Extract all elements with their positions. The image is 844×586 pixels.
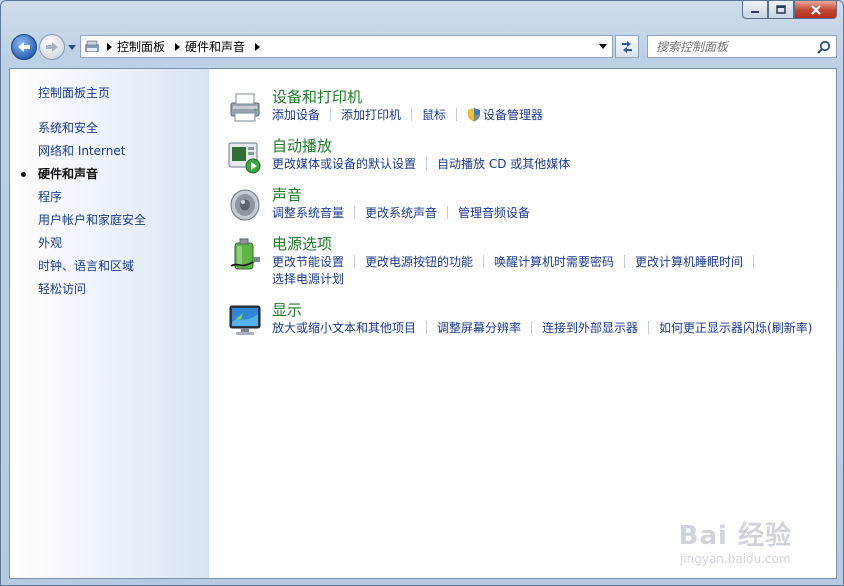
category-devices-printers: 设备和打印机 添加设备 添加打印机 鼠标 设备管理器 bbox=[227, 87, 836, 124]
sidebar-item-hardware-sound[interactable]: 硬件和声音 bbox=[20, 163, 146, 186]
autoplay-icon[interactable] bbox=[227, 138, 263, 174]
printer-icon[interactable] bbox=[227, 89, 263, 125]
navigation-bar: 控制面板 硬件和声音 bbox=[9, 32, 837, 62]
category-nav: 系统和安全 网络和 Internet 硬件和声音 程序 用户帐户和家庭安全 外观… bbox=[20, 117, 146, 301]
link-change-power-saving[interactable]: 更改节能设置 bbox=[272, 255, 344, 269]
category-links: 放大或缩小文本和其他项目 调整屏幕分辨率 连接到外部显示器 如何更正显示器闪烁(刷新率… bbox=[272, 320, 836, 337]
speaker-icon[interactable] bbox=[227, 187, 263, 223]
content-area: 控制面板主页 系统和安全 网络和 Internet 硬件和声音 程序 用户帐户和… bbox=[9, 68, 837, 579]
sidebar-item-appearance[interactable]: 外观 bbox=[38, 232, 146, 255]
divider bbox=[354, 255, 356, 268]
address-bar[interactable]: 控制面板 硬件和声音 bbox=[80, 35, 613, 58]
link-require-password-wake[interactable]: 唤醒计算机时需要密码 bbox=[494, 255, 614, 269]
watermark-logo: Bai 经验 bbox=[678, 521, 792, 551]
category-list: 设备和打印机 添加设备 添加打印机 鼠标 设备管理器 自动播放 更改媒体或设备的默认 bbox=[227, 87, 836, 349]
minimize-button[interactable] bbox=[742, 1, 768, 19]
breadcrumb-arrow-icon[interactable] bbox=[171, 42, 183, 51]
category-links: 更改节能设置 更改电源按钮的功能 唤醒计算机时需要密码 更改计算机睡眠时间选择电源计划 bbox=[272, 254, 836, 288]
link-autoplay-cd[interactable]: 自动播放 CD 或其他媒体 bbox=[437, 157, 570, 171]
link-change-sleep-time[interactable]: 更改计算机睡眠时间 bbox=[635, 255, 743, 269]
divider bbox=[330, 108, 332, 121]
close-button[interactable] bbox=[794, 1, 837, 19]
link-device-manager[interactable]: 设备管理器 bbox=[483, 108, 543, 122]
search-box[interactable] bbox=[647, 35, 837, 58]
link-add-printer[interactable]: 添加打印机 bbox=[341, 108, 401, 122]
breadcrumb-arrow-icon[interactable] bbox=[251, 42, 263, 51]
control-panel-home-link[interactable]: 控制面板主页 bbox=[38, 84, 110, 101]
divider bbox=[531, 321, 533, 334]
link-add-device[interactable]: 添加设备 bbox=[272, 108, 320, 122]
forward-button[interactable] bbox=[39, 34, 65, 60]
back-button[interactable] bbox=[11, 34, 37, 60]
arrow-left-icon bbox=[18, 42, 30, 52]
link-external-display[interactable]: 连接到外部显示器 bbox=[542, 321, 638, 335]
link-change-system-sounds[interactable]: 更改系统声音 bbox=[365, 206, 437, 220]
sidebar-item-ease-of-access[interactable]: 轻松访问 bbox=[38, 278, 146, 301]
link-power-button-action[interactable]: 更改电源按钮的功能 bbox=[365, 255, 473, 269]
link-manage-audio-devices[interactable]: 管理音频设备 bbox=[458, 206, 530, 220]
category-links: 更改媒体或设备的默认设置 自动播放 CD 或其他媒体 bbox=[272, 156, 836, 173]
address-dropdown-button[interactable] bbox=[594, 36, 612, 57]
task-pane: 控制面板主页 系统和安全 网络和 Internet 硬件和声音 程序 用户帐户和… bbox=[10, 69, 209, 578]
category-autoplay: 自动播放 更改媒体或设备的默认设置 自动播放 CD 或其他媒体 bbox=[227, 136, 836, 174]
divider bbox=[411, 108, 413, 121]
category-title[interactable]: 自动播放 bbox=[272, 136, 836, 156]
category-sound: 声音 调整系统音量 更改系统声音 管理音频设备 bbox=[227, 185, 836, 222]
sidebar-item-network-internet[interactable]: 网络和 Internet bbox=[38, 140, 146, 163]
category-title[interactable]: 显示 bbox=[272, 300, 836, 320]
sidebar-item-clock-language-region[interactable]: 时钟、语言和区域 bbox=[38, 255, 146, 278]
control-panel-window: 控制面板 硬件和声音 搜索控制面板 控制面板主页 系统和安全 网络和 Inter… bbox=[0, 0, 844, 586]
category-title[interactable]: 设备和打印机 bbox=[272, 87, 836, 107]
caption-buttons bbox=[742, 1, 837, 21]
divider bbox=[447, 206, 449, 219]
arrow-right-icon bbox=[46, 42, 58, 52]
refresh-icon bbox=[622, 40, 632, 53]
maximize-button[interactable] bbox=[768, 1, 794, 19]
link-refresh-rate[interactable]: 如何更正显示器闪烁(刷新率) bbox=[659, 321, 812, 335]
divider bbox=[648, 321, 650, 334]
recent-pages-dropdown[interactable] bbox=[67, 42, 77, 52]
category-links: 添加设备 添加打印机 鼠标 设备管理器 bbox=[272, 107, 836, 124]
category-title[interactable]: 电源选项 bbox=[272, 234, 836, 254]
link-adjust-volume[interactable]: 调整系统音量 bbox=[272, 206, 344, 220]
watermark-url: jingyan.baidu.com bbox=[679, 552, 791, 566]
sidebar-item-programs[interactable]: 程序 bbox=[38, 186, 146, 209]
category-power-options: 电源选项 更改节能设置 更改电源按钮的功能 唤醒计算机时需要密码 更改计算机睡眠时间选… bbox=[227, 234, 836, 288]
watermark: Bai 经验 jingyan.baidu.com bbox=[679, 515, 792, 566]
monitor-icon[interactable] bbox=[227, 302, 263, 338]
link-choose-power-plan[interactable]: 选择电源计划 bbox=[272, 272, 344, 286]
link-mouse[interactable]: 鼠标 bbox=[422, 108, 446, 122]
maximize-icon bbox=[776, 5, 786, 14]
close-icon bbox=[810, 4, 821, 15]
minimize-icon bbox=[751, 10, 759, 13]
category-display: 显示 放大或缩小文本和其他项目 调整屏幕分辨率 连接到外部显示器 如何更正显示器闪烁(… bbox=[227, 300, 836, 337]
link-screen-resolution[interactable]: 调整屏幕分辨率 bbox=[437, 321, 521, 335]
refresh-button[interactable] bbox=[615, 35, 639, 58]
divider bbox=[426, 321, 428, 334]
chevron-down-icon bbox=[599, 44, 607, 49]
divider bbox=[753, 255, 755, 268]
link-change-media-defaults[interactable]: 更改媒体或设备的默认设置 bbox=[272, 157, 416, 171]
breadcrumb-control-panel[interactable]: 控制面板 bbox=[115, 38, 171, 55]
battery-icon[interactable] bbox=[227, 236, 263, 272]
uac-shield-icon bbox=[468, 108, 481, 122]
sidebar-item-user-accounts[interactable]: 用户帐户和家庭安全 bbox=[38, 209, 146, 232]
divider bbox=[483, 255, 485, 268]
category-title[interactable]: 声音 bbox=[272, 185, 836, 205]
link-text-size[interactable]: 放大或缩小文本和其他项目 bbox=[272, 321, 416, 335]
divider bbox=[456, 108, 458, 121]
sidebar-item-system-security[interactable]: 系统和安全 bbox=[38, 117, 146, 140]
breadcrumb-arrow-icon[interactable] bbox=[103, 42, 115, 51]
breadcrumb-hardware-and-sound[interactable]: 硬件和声音 bbox=[183, 38, 251, 55]
control-panel-icon bbox=[81, 36, 103, 57]
divider bbox=[624, 255, 626, 268]
search-icon[interactable] bbox=[817, 40, 831, 54]
divider bbox=[354, 206, 356, 219]
search-input[interactable] bbox=[648, 38, 818, 55]
divider bbox=[426, 157, 428, 170]
category-links: 调整系统音量 更改系统声音 管理音频设备 bbox=[272, 205, 836, 222]
chevron-down-icon bbox=[68, 44, 76, 50]
